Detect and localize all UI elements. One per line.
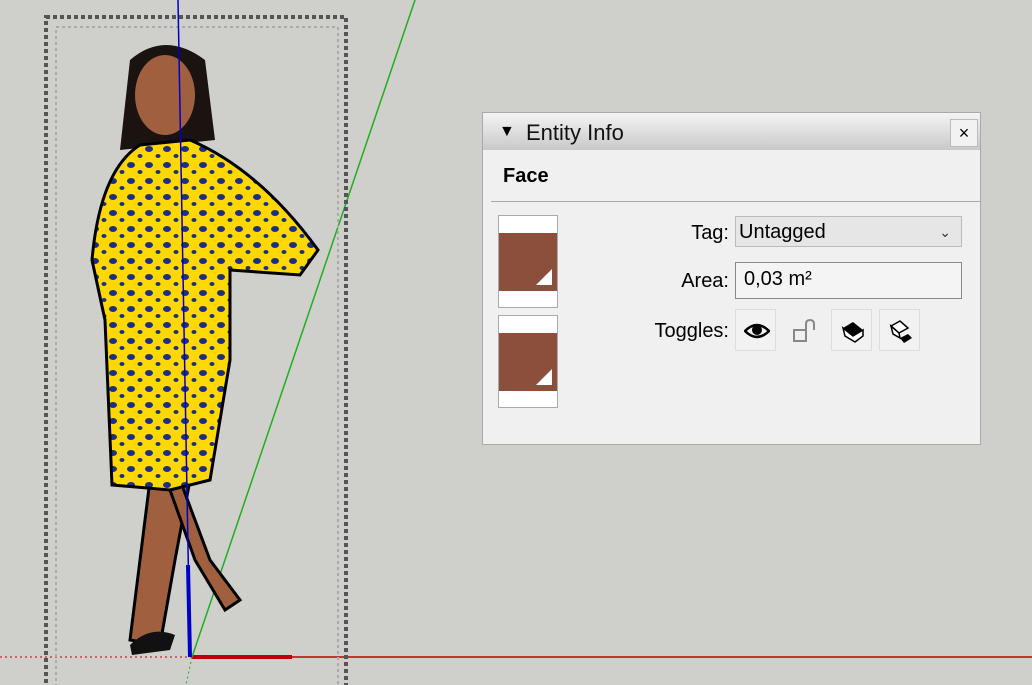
tag-dropdown[interactable]: Untagged ⌄ <box>735 216 962 247</box>
front-material-swatch[interactable] <box>498 215 558 308</box>
area-label: Area: <box>681 270 729 292</box>
receive-shadows-icon <box>889 320 912 343</box>
divider <box>491 201 980 202</box>
tag-value: Untagged <box>739 221 826 243</box>
collapse-triangle-icon[interactable]: ▼ <box>499 123 515 141</box>
cast-shadows-toggle[interactable] <box>831 309 872 351</box>
back-material-swatch[interactable] <box>498 315 558 408</box>
chevron-down-icon: ⌄ <box>939 224 951 240</box>
cast-shadows-icon <box>841 322 864 343</box>
green-axis-negative <box>185 656 193 685</box>
panel-titlebar[interactable]: ▼ Entity Info × <box>483 113 980 150</box>
tag-label: Tag: <box>691 222 729 244</box>
toggles-label: Toggles: <box>654 320 730 342</box>
blue-axis-highlight <box>186 564 192 658</box>
eye-icon <box>744 323 770 339</box>
visible-toggle[interactable] <box>735 309 776 351</box>
person-figure[interactable] <box>90 45 320 655</box>
entity-info-panel: ▼ Entity Info × Face Tag: Untagged ⌄ Area… <box>482 112 981 445</box>
panel-title: Entity Info <box>526 120 624 145</box>
area-field[interactable]: 0,03 m² <box>735 262 962 299</box>
close-button[interactable]: × <box>950 119 978 147</box>
receive-shadows-toggle[interactable] <box>879 309 920 351</box>
unlock-icon <box>793 318 815 342</box>
lock-toggle[interactable] <box>783 309 824 351</box>
entity-type-label: Face <box>503 165 549 187</box>
